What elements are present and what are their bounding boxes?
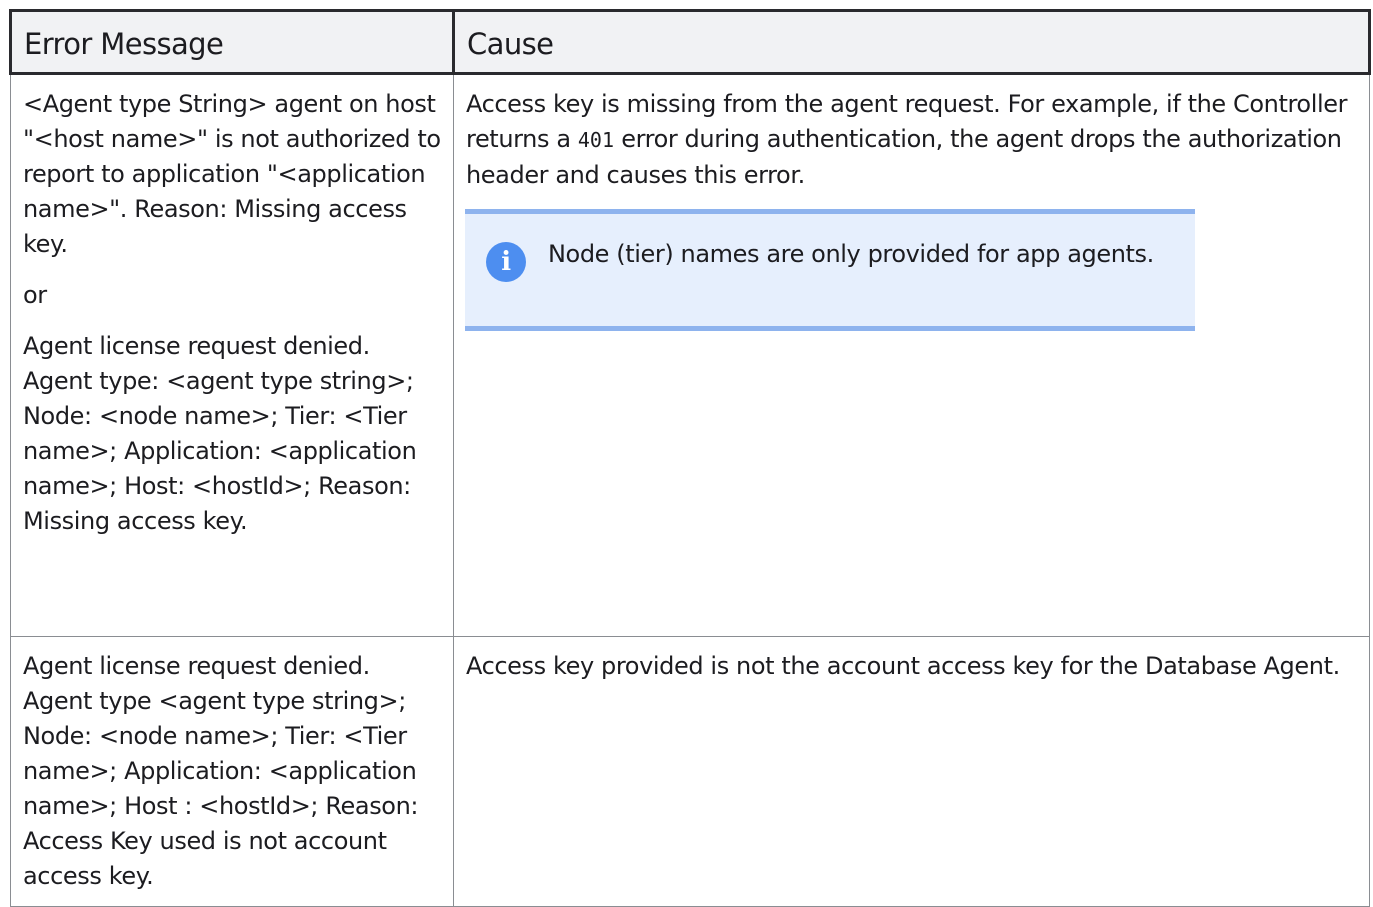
table-row: <Agent type String> agent on host "<host…	[10, 73, 1370, 637]
column-header-cause: Cause	[452, 9, 1371, 75]
error-message-separator: or	[23, 281, 47, 309]
cause-text: Access key is missing from the agent req…	[466, 87, 1361, 193]
error-message-cell: <Agent type String> agent on host "<host…	[10, 73, 454, 637]
error-message-text: <Agent type String> agent on host "<host…	[23, 90, 441, 258]
info-note-text: Node (tier) names are only provided for …	[548, 240, 1154, 268]
table-row: Agent license request denied. Agent type…	[10, 636, 1370, 907]
info-icon: i	[486, 242, 526, 282]
error-message-text: Agent license request denied. Agent type…	[23, 332, 417, 535]
info-note: i Node (tier) names are only provided fo…	[465, 209, 1195, 331]
table-header-row: Error Message Cause	[9, 9, 1371, 75]
error-message-cell: Agent license request denied. Agent type…	[10, 636, 454, 907]
error-code: 401	[577, 128, 614, 152]
cause-cell: Access key is missing from the agent req…	[453, 73, 1370, 637]
column-header-error-message: Error Message	[9, 9, 455, 75]
error-message-text: Agent license request denied. Agent type…	[23, 652, 419, 890]
cause-cell: Access key provided is not the account a…	[453, 636, 1370, 907]
cause-text: Access key provided is not the account a…	[466, 652, 1340, 680]
error-cause-table: Error Message Cause <Agent type String> …	[9, 9, 1371, 907]
